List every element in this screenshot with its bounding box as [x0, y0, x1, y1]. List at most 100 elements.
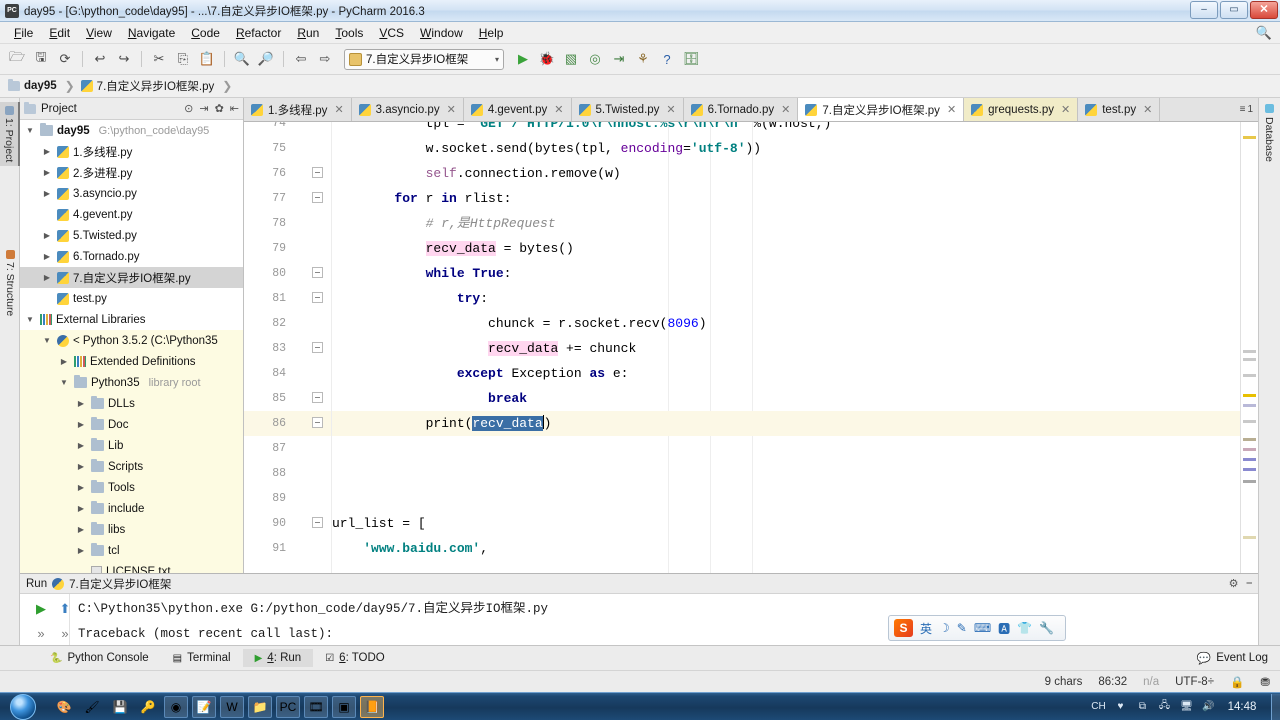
sync-icon[interactable]: ⟳	[54, 48, 76, 70]
tree-node[interactable]: ▶5.Twisted.py	[20, 225, 243, 246]
bottom-tab[interactable]: ☑6: TODO	[313, 649, 397, 667]
tree-node[interactable]: ▼External Libraries	[20, 309, 243, 330]
menu-item-refactor[interactable]: Refactor	[228, 24, 289, 42]
project-tool-1[interactable]: ⇥	[199, 102, 208, 115]
ime-icon-4[interactable]: 👕	[1017, 621, 1032, 635]
editor-tab[interactable]: 1.多线程.py✕	[244, 98, 352, 121]
project-panel-tools[interactable]: ⊙⇥✿⇤	[184, 102, 239, 115]
hide-icon[interactable]: ⎯	[1247, 577, 1253, 590]
run-console-output[interactable]: C:\Python35\python.exe G:/python_code/da…	[72, 594, 1258, 646]
marker-stripe[interactable]	[1243, 448, 1256, 451]
expand-arrow-icon[interactable]: ▶	[75, 441, 87, 450]
file-encoding[interactable]: UTF-8÷	[1175, 676, 1214, 688]
expand-down-button[interactable]: »	[30, 622, 52, 644]
tree-node[interactable]: ▶4.gevent.py	[20, 204, 243, 225]
redo-icon[interactable]: ↪	[113, 48, 135, 70]
tree-node[interactable]: ▼< Python 3.5.2 (C:\Python35	[20, 330, 243, 351]
lock-icon[interactable]: 🔒	[1230, 675, 1244, 689]
start-button[interactable]	[0, 693, 46, 720]
code-editor[interactable]: 747576777879808182838485868788899091 tpl…	[244, 122, 1258, 573]
forward-icon[interactable]: ⇨	[314, 48, 336, 70]
show-desktop-button[interactable]	[1271, 694, 1280, 720]
tree-node[interactable]: ▶libs	[20, 519, 243, 540]
tree-node[interactable]: ▶2.多进程.py	[20, 162, 243, 183]
marker-stripe[interactable]	[1243, 404, 1256, 407]
marker-stripe[interactable]	[1243, 358, 1256, 361]
taskbar-current-app-icon[interactable]: 📙	[360, 696, 384, 718]
ime-icon-3[interactable]: 🅰	[998, 620, 1010, 637]
tree-node[interactable]: ▶include	[20, 498, 243, 519]
taskbar-cmd-icon[interactable]: ▣	[332, 696, 356, 718]
expand-arrow-icon[interactable]: ▶	[41, 273, 53, 282]
taskbar-media-icon[interactable]: 🎞	[304, 696, 328, 718]
tree-node[interactable]: ▶LICENSE.txt	[20, 561, 243, 573]
tree-node[interactable]: ▶7.自定义异步IO框架.py	[20, 267, 243, 288]
menu-item-code[interactable]: Code	[183, 24, 228, 42]
expand-arrow-icon[interactable]: ▶	[75, 399, 87, 408]
cut-icon[interactable]: ✂	[148, 48, 170, 70]
menu-item-file[interactable]: File	[6, 24, 41, 42]
expand-arrow-icon[interactable]: ▶	[41, 189, 53, 198]
menu-item-view[interactable]: View	[78, 24, 120, 42]
expand-arrow-icon[interactable]: ▶	[41, 231, 53, 240]
menu-item-tools[interactable]: Tools	[327, 24, 371, 42]
close-button[interactable]: ✕	[1250, 1, 1278, 19]
tray-language-indicator[interactable]: CH	[1091, 699, 1106, 714]
line-separator[interactable]: n/a	[1143, 676, 1159, 688]
fold-marker-icon[interactable]	[312, 392, 323, 403]
coverage-icon[interactable]: ▧	[560, 48, 582, 70]
menu-item-run[interactable]: Run	[289, 24, 327, 42]
close-tab-icon[interactable]: ✕	[334, 103, 343, 116]
project-tree[interactable]: ▼day95G:\python_code\day95▶1.多线程.py▶2.多进…	[20, 120, 243, 573]
bottom-tab[interactable]: ▶4: Run	[243, 649, 314, 667]
ime-icon-5[interactable]: 🔧	[1039, 621, 1054, 635]
event-log-button[interactable]: 💬 Event Log	[1197, 651, 1268, 665]
back-icon[interactable]: ⇦	[290, 48, 312, 70]
close-tab-icon[interactable]: ✕	[1061, 103, 1070, 116]
expand-arrow-icon[interactable]: ▼	[41, 336, 53, 345]
expand-arrow-icon[interactable]: ▶	[75, 483, 87, 492]
left-tab-project[interactable]: 1: Project	[0, 102, 20, 166]
rerun-button[interactable]: ▶	[30, 598, 52, 620]
taskbar-save-icon[interactable]: 💾	[108, 696, 132, 718]
marker-stripe[interactable]	[1243, 468, 1256, 471]
close-tab-icon[interactable]: ✕	[666, 103, 675, 116]
profile-icon[interactable]: ◎	[584, 48, 606, 70]
editor-gutter[interactable]: 747576777879808182838485868788899091	[244, 122, 332, 573]
tray-heart-icon[interactable]: ♥	[1113, 699, 1128, 714]
run-icon[interactable]: ▶	[512, 48, 534, 70]
taskbar-chrome-icon[interactable]: ◉	[164, 696, 188, 718]
ime-icon-0[interactable]: ☽	[939, 621, 950, 635]
left-tab-structure[interactable]: 7: Structure	[0, 246, 20, 320]
expand-arrow-icon[interactable]: ▼	[24, 126, 36, 135]
project-tool-2[interactable]: ✿	[215, 102, 224, 115]
marker-stripe[interactable]	[1243, 394, 1256, 397]
maximize-button[interactable]: ▭	[1220, 1, 1248, 19]
undo-icon[interactable]: ↩	[89, 48, 111, 70]
menu-item-help[interactable]: Help	[471, 24, 512, 42]
bottom-tab[interactable]: ▤Terminal	[161, 649, 243, 667]
project-tool-3[interactable]: ⇤	[230, 102, 239, 115]
editor-tab[interactable]: 7.自定义异步IO框架.py✕	[798, 98, 964, 121]
code-content[interactable]: tpl = "GET / HTTP/1.0\r\nhost:%s\r\n\r\n…	[332, 122, 1258, 573]
tree-node[interactable]: ▶Scripts	[20, 456, 243, 477]
menu-item-window[interactable]: Window	[412, 24, 471, 42]
fold-marker-icon[interactable]	[312, 417, 323, 428]
tree-node[interactable]: ▶Doc	[20, 414, 243, 435]
close-tab-icon[interactable]: ✕	[447, 103, 456, 116]
taskbar-word-icon[interactable]: W	[220, 696, 244, 718]
fold-marker-icon[interactable]	[312, 267, 323, 278]
tree-node[interactable]: ▶6.Tornado.py	[20, 246, 243, 267]
settings-icon[interactable]: ⚙	[1229, 577, 1239, 590]
find-icon[interactable]: 🔍	[231, 48, 253, 70]
taskbar-explorer-icon[interactable]: 📁	[248, 696, 272, 718]
search-everywhere-icon[interactable]: 🔍	[1256, 25, 1272, 41]
editor-tab[interactable]: grequests.py✕	[964, 98, 1078, 121]
tree-node[interactable]: ▶test.py	[20, 288, 243, 309]
tree-node[interactable]: ▶Lib	[20, 435, 243, 456]
close-tab-icon[interactable]: ✕	[554, 103, 563, 116]
taskbar-pycharm-icon[interactable]: PC	[276, 696, 300, 718]
editor-tab[interactable]: 3.asyncio.py✕	[352, 98, 464, 121]
caret-position[interactable]: 86:32	[1098, 676, 1127, 688]
right-tab-database[interactable]: Database	[1259, 98, 1279, 168]
